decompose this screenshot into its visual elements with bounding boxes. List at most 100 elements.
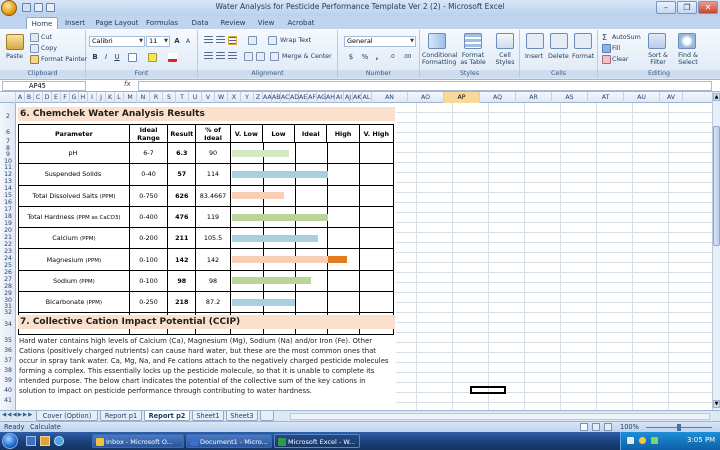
clock-time[interactable]: 3:05 PM bbox=[687, 436, 715, 444]
row-header[interactable]: 15 bbox=[0, 192, 16, 199]
row-header[interactable]: 35 bbox=[0, 337, 16, 344]
row-header[interactable]: 36 bbox=[0, 347, 16, 354]
eraser-icon[interactable] bbox=[602, 55, 611, 64]
align-top-icon[interactable] bbox=[204, 36, 213, 45]
quicklaunch-desktop-icon[interactable] bbox=[26, 436, 36, 446]
row-header[interactable]: 6 bbox=[0, 129, 16, 136]
row-header[interactable]: 28 bbox=[0, 283, 16, 290]
cut-icon[interactable] bbox=[30, 33, 39, 42]
column-header[interactable]: AC bbox=[281, 92, 290, 103]
tab-view[interactable]: View bbox=[254, 17, 278, 29]
tray-network-icon[interactable] bbox=[627, 437, 634, 444]
tab-home[interactable]: Home bbox=[26, 17, 58, 29]
quicklaunch-ie-icon[interactable] bbox=[54, 436, 64, 446]
merge-center-icon[interactable] bbox=[270, 52, 279, 61]
column-header[interactable]: V bbox=[202, 92, 215, 103]
minimize-button[interactable]: – bbox=[656, 1, 676, 14]
row-header[interactable]: 21 bbox=[0, 234, 16, 241]
sort-filter-button[interactable]: Sort & Filter bbox=[646, 52, 670, 66]
delete-cells-icon[interactable] bbox=[550, 33, 568, 49]
column-header[interactable]: AD bbox=[290, 92, 299, 103]
column-header[interactable]: Z bbox=[254, 92, 263, 103]
row-header[interactable]: 11 bbox=[0, 164, 16, 171]
column-header[interactable]: X bbox=[228, 92, 241, 103]
column-header[interactable]: M bbox=[124, 92, 137, 103]
row-header[interactable]: 40 bbox=[0, 387, 16, 394]
worksheet-grid[interactable]: 6. Chemchek Water Analysis Results Param… bbox=[16, 103, 712, 410]
sheet-tab-sheet3[interactable]: Sheet3 bbox=[226, 411, 258, 421]
restore-button[interactable]: ❐ bbox=[677, 1, 697, 14]
decrease-indent-icon[interactable] bbox=[244, 52, 253, 61]
increase-indent-icon[interactable] bbox=[256, 52, 265, 61]
status-calculate[interactable]: Calculate bbox=[30, 423, 61, 431]
normal-view-icon[interactable] bbox=[580, 423, 588, 431]
fx-icon[interactable]: fx bbox=[124, 80, 131, 88]
sheet-tab-report-p2[interactable]: Report p2 bbox=[144, 411, 190, 421]
underline-button[interactable]: U bbox=[112, 52, 122, 62]
align-middle-icon[interactable] bbox=[216, 36, 225, 45]
insert-cells-icon[interactable] bbox=[526, 33, 544, 49]
copy-button[interactable]: Copy bbox=[41, 45, 57, 52]
page-layout-view-icon[interactable] bbox=[592, 423, 600, 431]
tab-insert[interactable]: Insert bbox=[62, 17, 88, 29]
format-painter-button[interactable]: Format Painter bbox=[41, 56, 87, 63]
insert-cells-button[interactable]: Insert bbox=[525, 53, 543, 60]
row-header[interactable]: 37 bbox=[0, 357, 16, 364]
column-header[interactable]: C bbox=[34, 92, 43, 103]
font-color-icon[interactable] bbox=[168, 53, 177, 62]
column-header[interactable]: AV bbox=[660, 92, 683, 103]
taskbar-word[interactable]: Document1 - Micro... bbox=[186, 434, 272, 448]
column-header[interactable]: AB bbox=[272, 92, 281, 103]
paste-icon[interactable] bbox=[6, 34, 24, 50]
column-header[interactable]: A bbox=[16, 92, 25, 103]
row-header[interactable]: 12 bbox=[0, 171, 16, 178]
insert-sheet-icon[interactable] bbox=[260, 411, 274, 421]
row-header[interactable]: 18 bbox=[0, 213, 16, 220]
italic-button[interactable]: I bbox=[101, 52, 111, 62]
increase-decimal-button[interactable]: .0 bbox=[386, 52, 398, 62]
row-header[interactable]: 29 bbox=[0, 290, 16, 297]
row-header[interactable]: 24 bbox=[0, 255, 16, 262]
column-header[interactable]: AJ bbox=[344, 92, 353, 103]
select-all-corner[interactable] bbox=[0, 92, 16, 103]
cell-styles-button[interactable]: Cell Styles bbox=[492, 52, 518, 66]
column-header[interactable]: F bbox=[61, 92, 70, 103]
row-header[interactable]: 20 bbox=[0, 227, 16, 234]
currency-button[interactable]: $ bbox=[346, 52, 356, 62]
column-header[interactable]: L bbox=[115, 92, 124, 103]
conditional-formatting-button[interactable]: Conditional Formatting bbox=[422, 52, 458, 66]
wrap-text-icon[interactable] bbox=[268, 36, 277, 45]
column-header[interactable]: AL bbox=[362, 92, 372, 103]
comma-button[interactable]: , bbox=[372, 52, 382, 62]
column-header[interactable]: N bbox=[137, 92, 150, 103]
wrap-text-button[interactable]: Wrap Text bbox=[280, 37, 311, 44]
column-header[interactable]: AF bbox=[308, 92, 317, 103]
column-header[interactable]: AU bbox=[624, 92, 660, 103]
cell-styles-icon[interactable] bbox=[496, 33, 514, 49]
row-header[interactable]: 38 bbox=[0, 367, 16, 374]
merge-center-button[interactable]: Merge & Center bbox=[282, 53, 332, 60]
row-header[interactable]: 19 bbox=[0, 220, 16, 227]
paste-label[interactable]: Paste bbox=[6, 53, 23, 60]
sort-filter-icon[interactable] bbox=[648, 33, 666, 49]
vertical-scrollbar[interactable]: ▲ ▼ bbox=[712, 92, 720, 410]
tab-data[interactable]: Data bbox=[188, 17, 212, 29]
font-size-select[interactable]: 11 ▼ bbox=[146, 36, 170, 47]
grow-font-button[interactable]: A bbox=[172, 36, 182, 46]
conditional-formatting-icon[interactable] bbox=[428, 33, 446, 49]
column-header[interactable]: J bbox=[97, 92, 106, 103]
close-button[interactable]: ✕ bbox=[698, 1, 718, 14]
active-cell-selection[interactable] bbox=[470, 386, 506, 394]
column-header[interactable]: H bbox=[79, 92, 88, 103]
column-header[interactable]: AN bbox=[372, 92, 408, 103]
sheet-tab-sheet1[interactable]: Sheet1 bbox=[192, 411, 224, 421]
start-button[interactable] bbox=[2, 433, 18, 449]
bold-button[interactable]: B bbox=[90, 52, 100, 62]
format-cells-button[interactable]: Format bbox=[572, 53, 594, 60]
align-right-icon[interactable] bbox=[228, 52, 237, 61]
taskbar-excel[interactable]: Microsoft Excel - W... bbox=[274, 434, 360, 448]
column-header[interactable]: I bbox=[88, 92, 97, 103]
tray-volume-icon[interactable] bbox=[651, 437, 658, 444]
delete-cells-button[interactable]: Delete bbox=[548, 53, 569, 60]
row-header[interactable]: 2 bbox=[0, 113, 16, 120]
